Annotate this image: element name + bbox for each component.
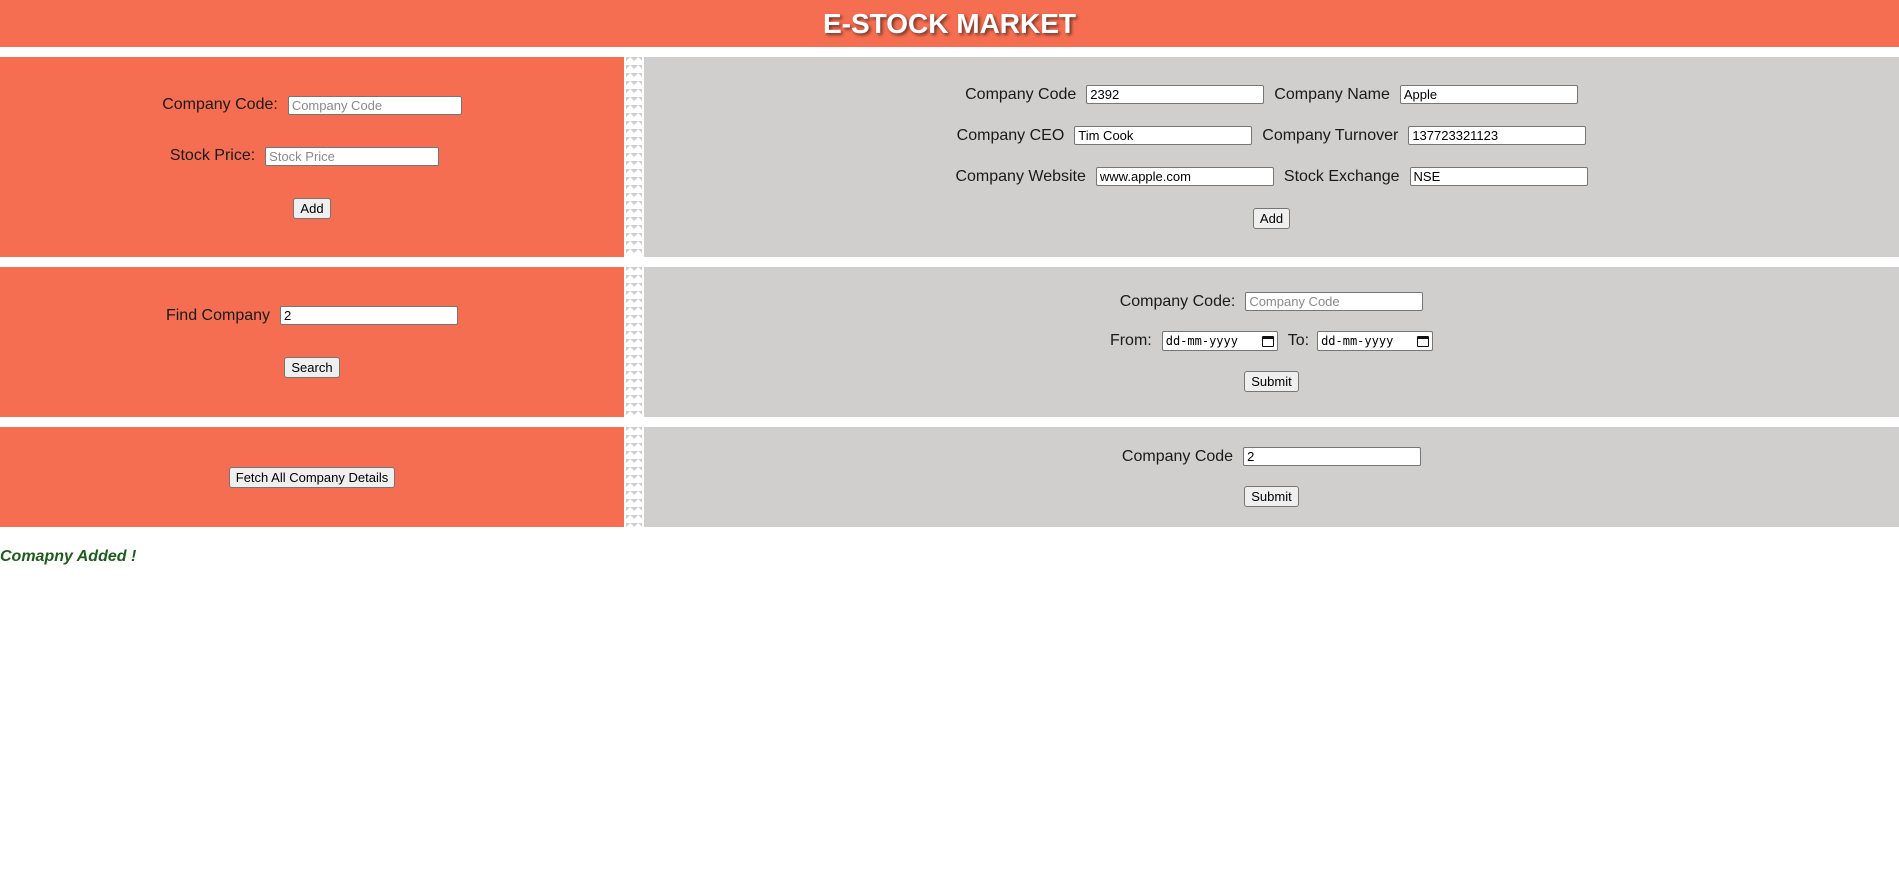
company-ceo-input[interactable] <box>1074 126 1253 145</box>
stock-price-line: Stock Price: <box>169 146 440 166</box>
stock-range-panel: Company Code: From: dd-mm-yyyy To: dd-mm… <box>644 267 1899 417</box>
row-fetch: Fetch All Company Details Company Code S… <box>0 427 1899 527</box>
delete-code-input[interactable] <box>1243 447 1422 466</box>
company-code-input[interactable] <box>1086 85 1265 104</box>
delete-code-label: Company Code <box>1121 447 1234 465</box>
calendar-icon[interactable] <box>1417 335 1430 347</box>
stock-exchange-input[interactable] <box>1409 167 1588 186</box>
calendar-icon[interactable] <box>1261 335 1274 347</box>
find-company-line: Find Company <box>165 306 459 325</box>
register-company-panel: Company Code Company Name Company CEO Co… <box>644 57 1899 257</box>
stock-code-input[interactable] <box>287 95 462 115</box>
register-line-2: Company CEO Company Turnover <box>957 126 1587 145</box>
range-code-input[interactable] <box>1245 292 1424 311</box>
stock-code-label: Company Code: <box>162 96 278 113</box>
date-range-line: From: dd-mm-yyyy To: dd-mm-yyyy <box>1109 331 1434 351</box>
stock-code-line: Company Code: <box>162 95 462 115</box>
delete-code-line: Company Code <box>1121 447 1422 466</box>
range-code-label: Company Code: <box>1119 292 1236 310</box>
company-name-label: Company Name <box>1274 85 1390 103</box>
fetch-all-panel: Fetch All Company Details <box>0 427 624 527</box>
delete-company-panel: Company Code Submit <box>644 427 1899 527</box>
find-company-input[interactable] <box>280 306 459 325</box>
company-website-label: Company Website <box>955 167 1086 185</box>
from-label: From: <box>1109 332 1152 349</box>
company-ceo-label: Company CEO <box>956 126 1065 144</box>
status-message: Comapny Added ! <box>0 548 137 565</box>
delete-company-submit-button[interactable]: Submit <box>1244 486 1299 507</box>
register-company-button[interactable]: Add <box>1252 208 1291 229</box>
company-turnover-input[interactable] <box>1408 126 1587 145</box>
panel-divider <box>624 57 644 257</box>
panel-divider <box>624 427 644 527</box>
register-line-3: Company Website Stock Exchange <box>955 167 1588 186</box>
company-name-input[interactable] <box>1399 85 1578 104</box>
stock-price-label: Stock Price: <box>169 147 256 164</box>
app-header: E-STOCK MARKET <box>0 0 1899 47</box>
panel-divider <box>624 267 644 417</box>
stock-price-input[interactable] <box>265 146 440 166</box>
add-stock-button[interactable]: Add <box>293 197 331 219</box>
fetch-all-button[interactable]: Fetch All Company Details <box>228 466 396 488</box>
row-add: Company Code: Stock Price: Add Company C… <box>0 57 1899 257</box>
from-date-placeholder: dd-mm-yyyy <box>1165 334 1238 348</box>
register-line-1: Company Code Company Name <box>965 85 1578 104</box>
page-title: E-STOCK MARKET <box>822 7 1077 39</box>
range-code-line: Company Code: <box>1120 292 1424 311</box>
company-code-label: Company Code <box>965 85 1077 103</box>
row-search: Find Company Search Company Code: From: … <box>0 267 1899 417</box>
to-date-input[interactable]: dd-mm-yyyy <box>1317 331 1434 351</box>
search-button[interactable]: Search <box>284 357 340 378</box>
stock-range-submit-button[interactable]: Submit <box>1244 371 1299 392</box>
stock-exchange-label: Stock Exchange <box>1283 167 1400 185</box>
to-label: To: <box>1287 332 1310 349</box>
add-stock-panel: Company Code: Stock Price: Add <box>0 57 624 257</box>
company-turnover-label: Company Turnover <box>1262 126 1399 144</box>
find-company-panel: Find Company Search <box>0 267 624 417</box>
find-company-label: Find Company <box>165 306 271 324</box>
company-website-input[interactable] <box>1095 167 1274 186</box>
from-date-input[interactable]: dd-mm-yyyy <box>1161 331 1278 351</box>
to-date-placeholder: dd-mm-yyyy <box>1321 334 1394 348</box>
